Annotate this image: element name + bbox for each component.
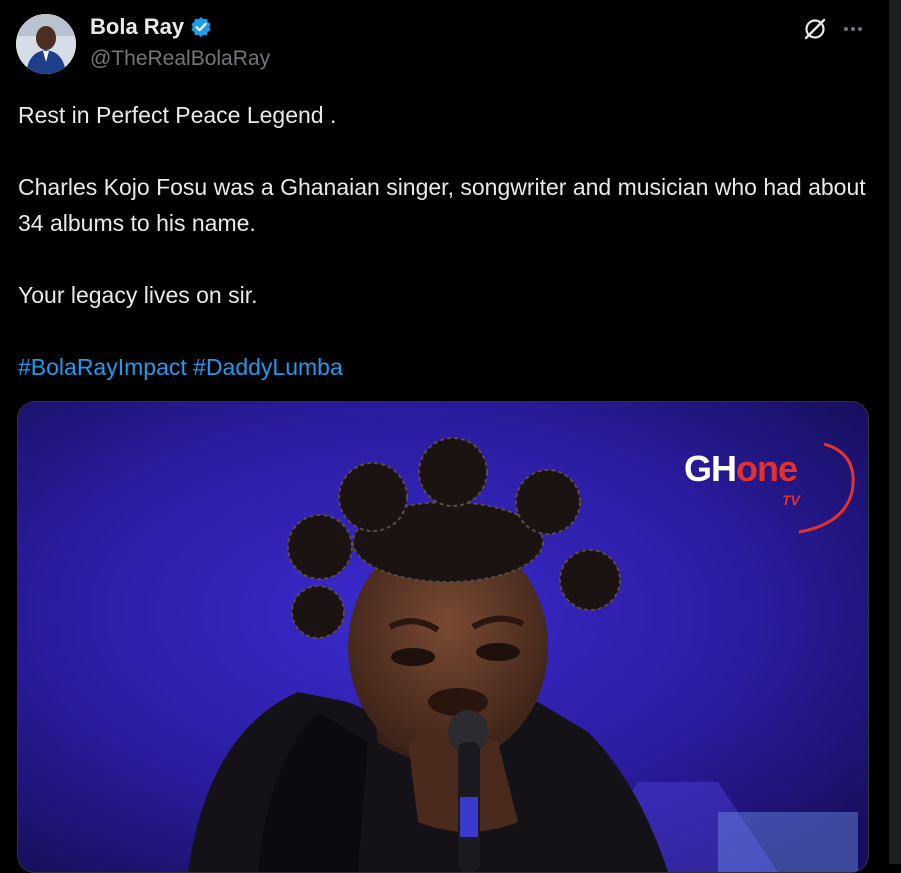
- author-handle[interactable]: @TheRealBolaRay: [90, 47, 270, 71]
- tweet-card: Bola Ray @TheRealBolaRay Rest in Perfect…: [0, 0, 889, 873]
- scrollbar-track[interactable]: [889, 0, 901, 864]
- author-name[interactable]: Bola Ray: [90, 14, 184, 40]
- logo-tv: TV: [782, 492, 800, 508]
- tweet-line-1: Rest in Perfect Peace Legend .: [18, 102, 337, 128]
- avatar[interactable]: [16, 14, 76, 74]
- hashtags: #BolaRayImpact #DaddyLumba: [18, 349, 868, 385]
- tweet-text: Rest in Perfect Peace Legend . Charles K…: [18, 97, 868, 385]
- logo-gh: GH: [684, 448, 737, 489]
- more-icon[interactable]: [838, 14, 868, 44]
- grok-icon[interactable]: [800, 14, 830, 44]
- hashtag-bolarayimpact[interactable]: #BolaRayImpact: [18, 354, 187, 380]
- tweet-line-3: Your legacy lives on sir.: [18, 282, 258, 308]
- author-name-row[interactable]: Bola Ray: [90, 14, 212, 40]
- logo-one: one: [736, 448, 798, 489]
- ghone-tv-logo: GHone TV: [674, 434, 864, 534]
- verified-badge-icon: [190, 16, 212, 38]
- tweet-line-2: Charles Kojo Fosu was a Ghanaian singer,…: [18, 174, 866, 236]
- hashtag-daddylumba[interactable]: #DaddyLumba: [193, 354, 343, 380]
- tweet-media-image[interactable]: GHone TV: [17, 401, 869, 873]
- logo-text: GHone: [684, 448, 798, 490]
